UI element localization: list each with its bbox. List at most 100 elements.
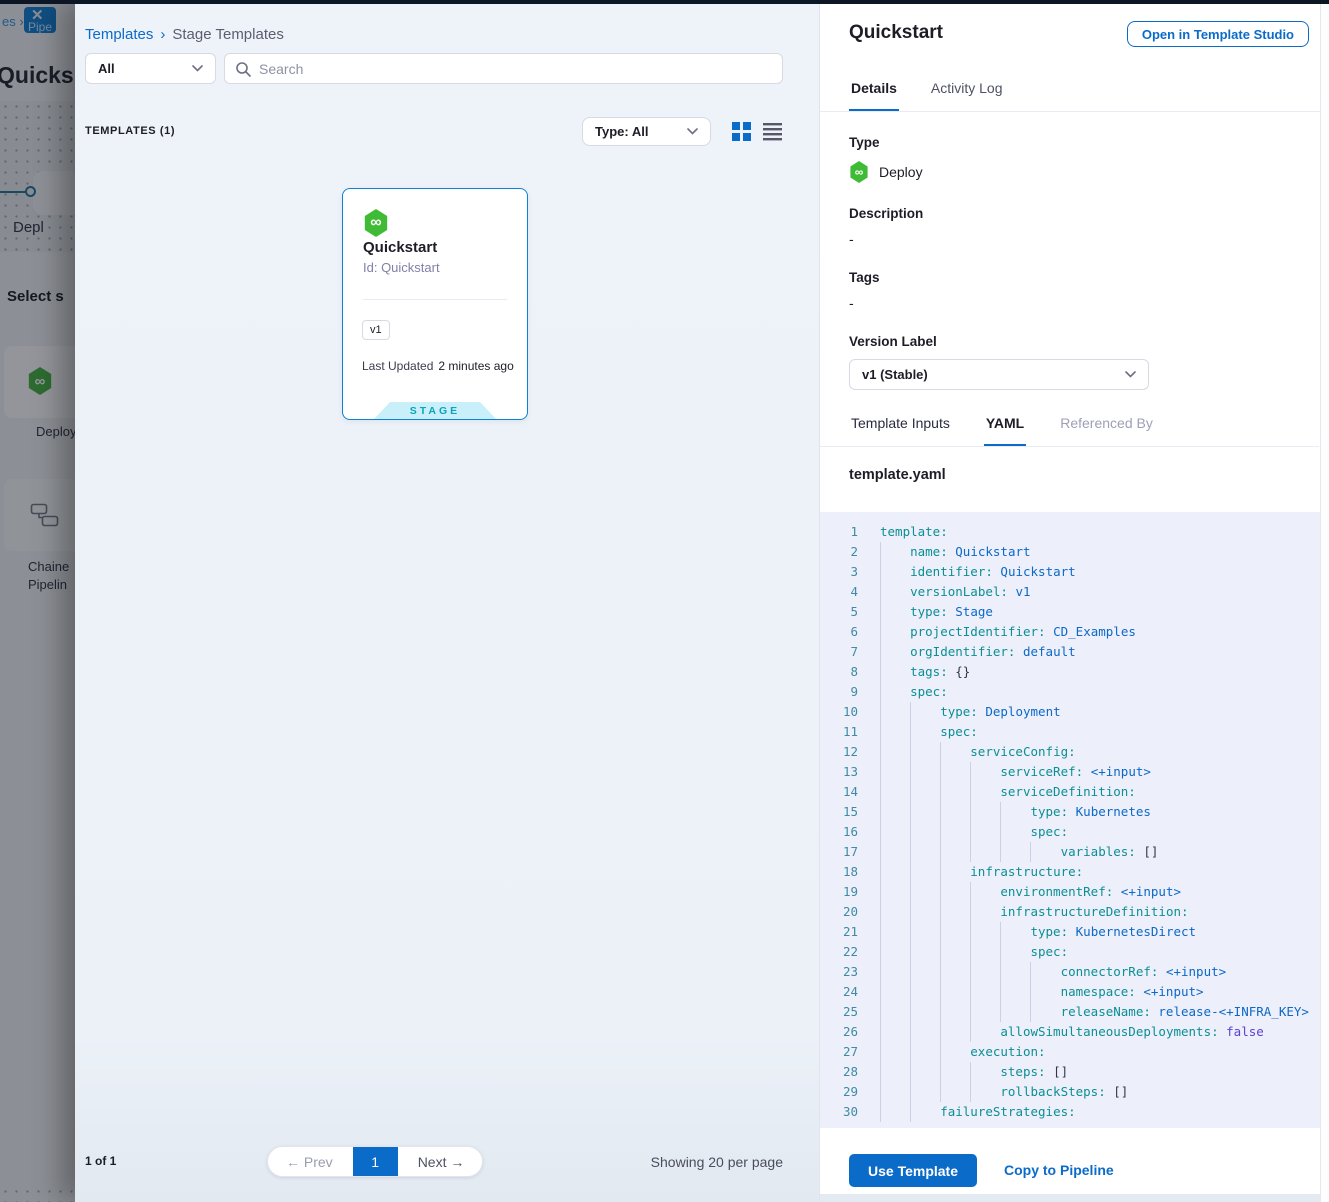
template-details-panel: Quickstart Open in Template Studio Detai… bbox=[819, 0, 1329, 1202]
line-number: 2 bbox=[820, 542, 858, 562]
chevron-down-icon bbox=[1125, 371, 1136, 378]
yaml-line-content: allowSimultaneousDeployments: false bbox=[880, 1022, 1264, 1042]
scope-filter-dropdown[interactable]: All bbox=[85, 53, 216, 84]
type-filter-value: Type: All bbox=[595, 124, 648, 139]
line-number: 23 bbox=[820, 962, 858, 982]
tab-yaml[interactable]: YAML bbox=[984, 403, 1026, 446]
yaml-line-content: identifier: Quickstart bbox=[880, 562, 1076, 582]
indent-guide bbox=[1000, 842, 1030, 862]
yaml-key: steps: bbox=[1000, 1064, 1045, 1079]
yaml-line-content: type: KubernetesDirect bbox=[880, 922, 1196, 942]
copy-to-pipeline-link[interactable]: Copy to Pipeline bbox=[1004, 1162, 1114, 1178]
top-dark-bar bbox=[0, 0, 1329, 4]
yaml-value: false bbox=[1226, 1024, 1264, 1039]
indent-guide bbox=[970, 982, 1000, 1002]
indent-guide bbox=[880, 1082, 910, 1102]
indent-guide bbox=[940, 782, 970, 802]
template-card-quickstart[interactable]: ∞ Quickstart Id: Quickstart v1 Last Upda… bbox=[342, 188, 528, 420]
line-number: 14 bbox=[820, 782, 858, 802]
yaml-line-content: serviceDefinition: bbox=[880, 782, 1136, 802]
tab-referenced-by[interactable]: Referenced By bbox=[1058, 403, 1155, 446]
line-number: 5 bbox=[820, 602, 858, 622]
yaml-line-content: tags: {} bbox=[880, 662, 970, 682]
yaml-key: type: bbox=[940, 704, 978, 719]
yaml-line: 12serviceConfig: bbox=[820, 742, 1320, 762]
details-footer: Use Template Copy to Pipeline bbox=[820, 1128, 1329, 1202]
yaml-line-content: projectIdentifier: CD_Examples bbox=[880, 622, 1136, 642]
use-template-button[interactable]: Use Template bbox=[849, 1154, 977, 1187]
yaml-line-content: type: Deployment bbox=[880, 702, 1061, 722]
grid-view-icon[interactable] bbox=[732, 122, 751, 141]
yaml-value: [] bbox=[1143, 844, 1158, 859]
description-value: - bbox=[849, 231, 1319, 247]
indent-guide bbox=[880, 962, 910, 982]
deploy-hexagon-icon: ∞ bbox=[849, 161, 869, 183]
indent-guide bbox=[970, 822, 1000, 842]
indent-guide bbox=[970, 842, 1000, 862]
indent-guide bbox=[910, 782, 940, 802]
yaml-key: failureStrategies: bbox=[940, 1104, 1075, 1119]
next-page-button[interactable]: Next → bbox=[398, 1147, 483, 1176]
yaml-key: spec: bbox=[910, 684, 948, 699]
template-card-id: Id: Quickstart bbox=[363, 260, 440, 275]
indent-guide bbox=[940, 1062, 970, 1082]
indent-guide bbox=[1000, 942, 1030, 962]
indent-guide bbox=[910, 862, 940, 882]
indent-guide bbox=[970, 962, 1000, 982]
line-number: 28 bbox=[820, 1062, 858, 1082]
line-number: 17 bbox=[820, 842, 858, 862]
indent-guide bbox=[940, 802, 970, 822]
tab-activity-log[interactable]: Activity Log bbox=[929, 64, 1005, 111]
yaml-line: 22spec: bbox=[820, 942, 1320, 962]
yaml-code-viewer[interactable]: 1template:2name: Quickstart3identifier: … bbox=[820, 512, 1320, 1128]
yaml-key: namespace: bbox=[1061, 984, 1136, 999]
indent-guide bbox=[880, 682, 910, 702]
yaml-key: type: bbox=[1030, 804, 1068, 819]
panel-scrollbar-track[interactable] bbox=[1320, 0, 1329, 1202]
yaml-line-content: steps: [] bbox=[880, 1062, 1068, 1082]
indent-guide bbox=[1000, 922, 1030, 942]
indent-guide bbox=[880, 622, 910, 642]
indent-guide bbox=[940, 862, 970, 882]
indent-guide bbox=[1000, 1002, 1030, 1022]
line-number: 26 bbox=[820, 1022, 858, 1042]
version-label: Version Label bbox=[849, 334, 1319, 349]
page-number-button[interactable]: 1 bbox=[353, 1147, 398, 1176]
yaml-key: name: bbox=[910, 544, 948, 559]
type-filter-dropdown[interactable]: Type: All bbox=[582, 117, 711, 146]
open-in-template-studio-button[interactable]: Open in Template Studio bbox=[1127, 21, 1309, 47]
indent-guide bbox=[880, 802, 910, 822]
indent-guide bbox=[1030, 962, 1060, 982]
yaml-value: release-<+INFRA_KEY> bbox=[1158, 1004, 1309, 1019]
indent-guide bbox=[880, 542, 910, 562]
tab-template-inputs[interactable]: Template Inputs bbox=[849, 403, 952, 446]
indent-guide bbox=[1030, 842, 1060, 862]
prev-page-button[interactable]: ← Prev bbox=[268, 1147, 353, 1176]
templates-count-label: TEMPLATES (1) bbox=[85, 125, 175, 137]
yaml-value: Kubernetes bbox=[1076, 804, 1151, 819]
indent-guide bbox=[880, 922, 910, 942]
indent-guide bbox=[940, 982, 970, 1002]
indent-guide bbox=[1030, 982, 1060, 1002]
breadcrumb-templates-link[interactable]: Templates bbox=[85, 26, 153, 43]
indent-guide bbox=[1000, 982, 1030, 1002]
yaml-line-content: type: Stage bbox=[880, 602, 993, 622]
indent-guide bbox=[970, 902, 1000, 922]
breadcrumb-separator: › bbox=[160, 26, 165, 43]
tab-details[interactable]: Details bbox=[849, 64, 899, 111]
search-input[interactable] bbox=[259, 61, 772, 77]
version-dropdown[interactable]: v1 (Stable) bbox=[849, 359, 1149, 390]
list-view-icon[interactable] bbox=[763, 122, 782, 141]
yaml-line-content: namespace: <+input> bbox=[880, 982, 1204, 1002]
indent-guide bbox=[1000, 822, 1030, 842]
indent-guide bbox=[970, 942, 1000, 962]
yaml-value: Quickstart bbox=[955, 544, 1030, 559]
yaml-key: spec: bbox=[1030, 824, 1068, 839]
yaml-value: Deployment bbox=[985, 704, 1060, 719]
yaml-key: infrastructureDefinition: bbox=[1000, 904, 1188, 919]
modal-overlay[interactable] bbox=[0, 0, 75, 1202]
chevron-down-icon bbox=[192, 65, 203, 72]
search-box[interactable] bbox=[224, 53, 783, 84]
pagination-control: ← Prev 1 Next → bbox=[267, 1146, 483, 1177]
yaml-line-content: template: bbox=[880, 522, 948, 542]
